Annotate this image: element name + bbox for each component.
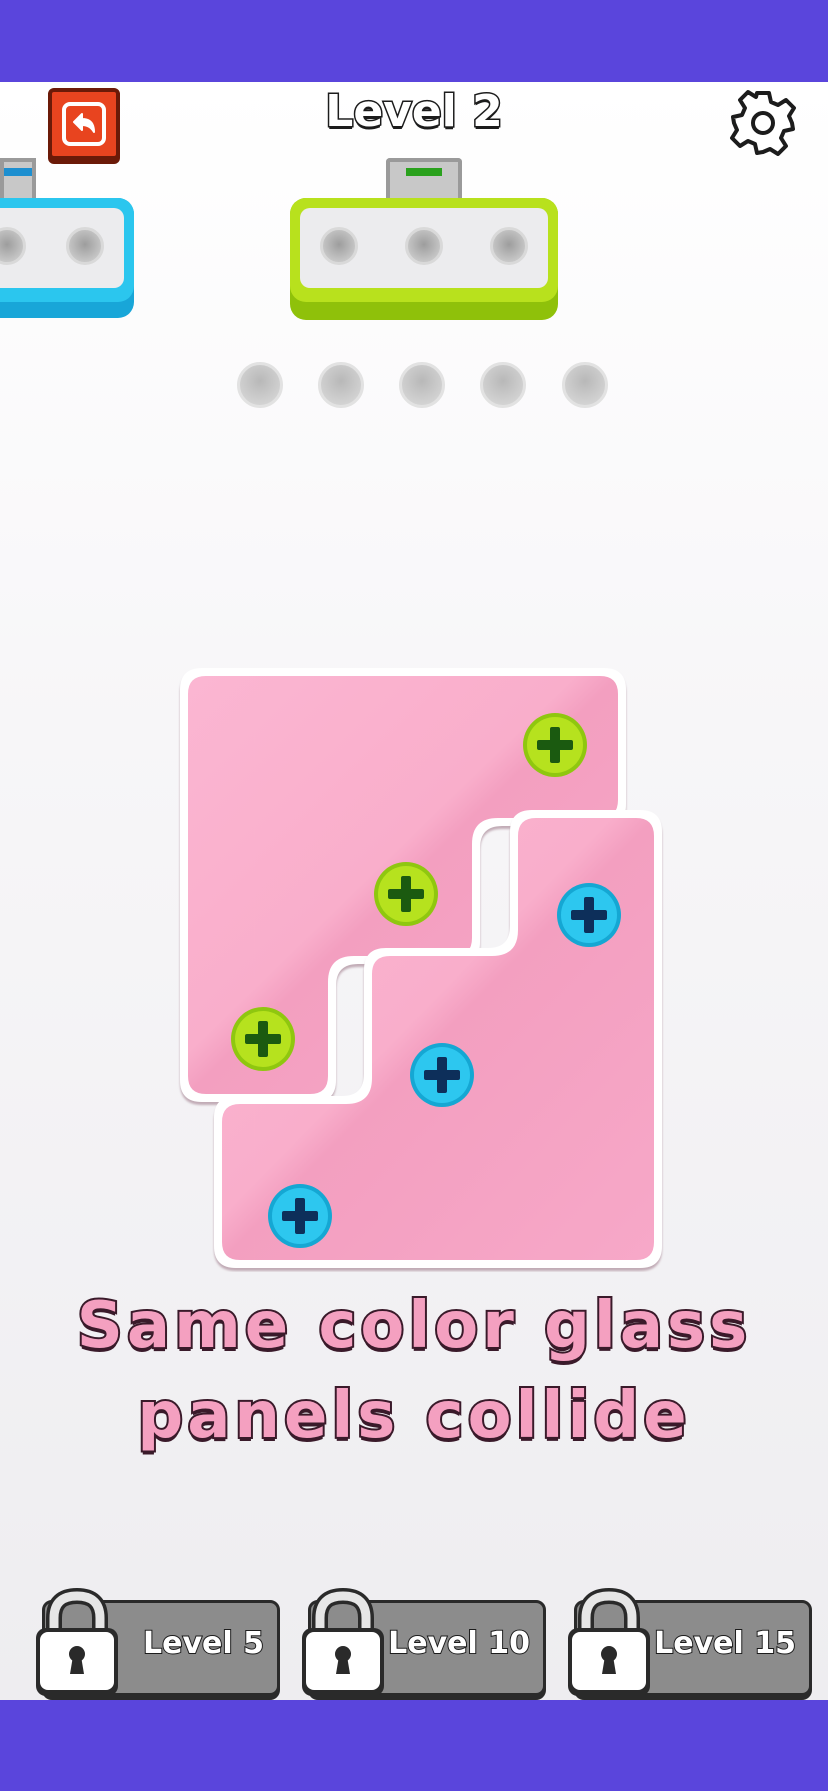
blue-box[interactable] — [0, 158, 136, 318]
box-hole — [66, 227, 104, 265]
locked-level-15[interactable]: Level 15 — [564, 1588, 812, 1696]
locked-level-label: Level 5 — [142, 1625, 265, 1662]
level-title: Level 2 — [324, 85, 504, 139]
slot — [480, 362, 526, 408]
lock-icon — [36, 1588, 118, 1696]
puzzle-board — [180, 668, 662, 1268]
game-stage: Level 2 Same color glass panels collide … — [0, 82, 828, 1700]
bottom-band — [0, 1700, 828, 1791]
box-handle — [386, 158, 462, 202]
slot — [237, 362, 283, 408]
screw-blue[interactable] — [410, 1043, 474, 1107]
hint-line-2: panels collide — [135, 1377, 691, 1455]
screw-green[interactable] — [374, 862, 438, 926]
box-hole — [320, 227, 358, 265]
box-hole — [490, 227, 528, 265]
box-handle — [0, 158, 36, 202]
lock-icon — [302, 1588, 384, 1696]
lock-icon — [568, 1588, 650, 1696]
screw-green[interactable] — [231, 1007, 295, 1071]
locked-level-label: Level 15 — [653, 1625, 797, 1662]
box-hole — [405, 227, 443, 265]
settings-button[interactable] — [728, 88, 798, 158]
locked-level-5[interactable]: Level 5 — [32, 1588, 280, 1696]
green-box[interactable] — [290, 158, 558, 320]
gear-icon — [730, 90, 796, 156]
screw-blue[interactable] — [557, 883, 621, 947]
slot — [399, 362, 445, 408]
slot — [562, 362, 608, 408]
locked-level-10[interactable]: Level 10 — [298, 1588, 546, 1696]
hint-line-1: Same color glass — [75, 1287, 752, 1365]
screw-blue[interactable] — [268, 1184, 332, 1248]
locked-level-label: Level 10 — [387, 1625, 531, 1662]
top-band — [0, 0, 828, 82]
screw-green[interactable] — [523, 713, 587, 777]
slot — [318, 362, 364, 408]
